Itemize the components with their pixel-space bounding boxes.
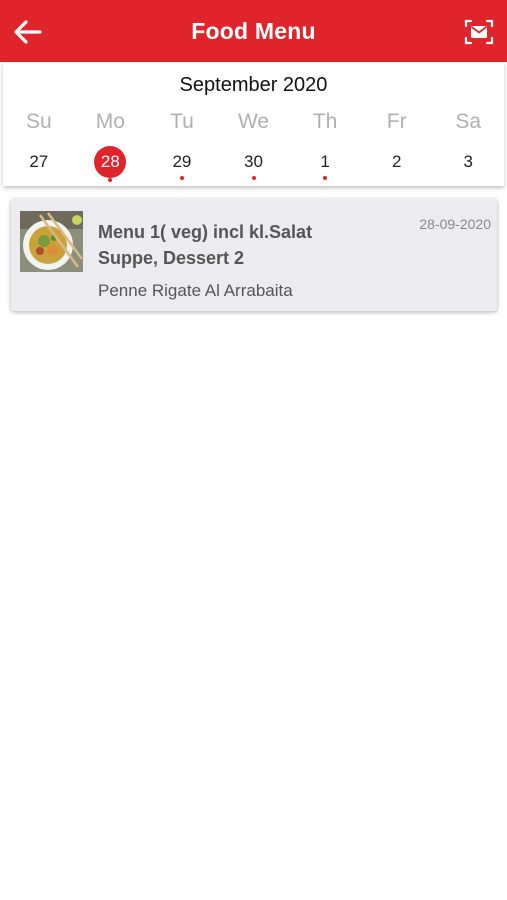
date-row: 27 28 29 30 1 2 3 bbox=[3, 146, 504, 182]
weekday-label: Mo bbox=[95, 110, 125, 133]
app-bar: Food Menu bbox=[0, 0, 507, 62]
calendar-date[interactable]: 29 bbox=[166, 146, 198, 180]
weekday-label: Th bbox=[312, 110, 338, 133]
weekday-label: Su bbox=[25, 110, 52, 133]
date-label: 29 bbox=[172, 152, 192, 171]
calendar-month: September 2020 bbox=[179, 74, 328, 96]
date-label: 30 bbox=[244, 152, 263, 171]
calendar-date[interactable]: 3 bbox=[452, 146, 484, 178]
menu-item-title: Menu 1( veg) incl kl.Salat Suppe, Desser… bbox=[98, 222, 313, 268]
weekday-label: We bbox=[237, 110, 270, 133]
soup-bowl-image bbox=[20, 211, 83, 272]
weekday-label: Tu bbox=[170, 110, 194, 133]
menu-item-subtitle: Penne Rigate Al Arrabaita bbox=[98, 281, 293, 300]
event-dot bbox=[251, 176, 256, 180]
weekday-header: Su Mo Tu We Th Fr Sa bbox=[3, 110, 504, 134]
weekday-label: Fr bbox=[386, 110, 407, 133]
calendar-date[interactable]: 30 bbox=[238, 146, 270, 180]
event-dot bbox=[108, 178, 113, 182]
calendar-date[interactable]: 1 bbox=[309, 146, 341, 180]
back-button[interactable] bbox=[12, 16, 44, 48]
event-dot bbox=[179, 176, 184, 180]
mail-scan-icon bbox=[464, 19, 494, 45]
date-label: 28 bbox=[100, 152, 120, 171]
date-label: 3 bbox=[463, 152, 473, 171]
date-label: 2 bbox=[391, 152, 402, 171]
date-label: 27 bbox=[29, 152, 49, 171]
weekday-label: Sa bbox=[455, 110, 482, 133]
calendar-date[interactable]: 28 bbox=[94, 146, 127, 182]
event-dot bbox=[323, 176, 328, 180]
arrow-left-icon bbox=[14, 20, 42, 44]
menu-item-date: 28-09-2020 bbox=[419, 216, 491, 232]
mail-button[interactable] bbox=[463, 16, 495, 48]
calendar-date[interactable]: 2 bbox=[381, 146, 413, 178]
date-label: 1 bbox=[320, 152, 330, 171]
week-calendar: September 2020 Su Mo Tu We Th Fr Sa 27 2… bbox=[3, 62, 504, 186]
page-title: Food Menu bbox=[191, 17, 316, 44]
menu-item-card[interactable]: Menu 1( veg) incl kl.Salat Suppe, Desser… bbox=[11, 199, 497, 311]
calendar-date[interactable]: 27 bbox=[23, 146, 55, 178]
